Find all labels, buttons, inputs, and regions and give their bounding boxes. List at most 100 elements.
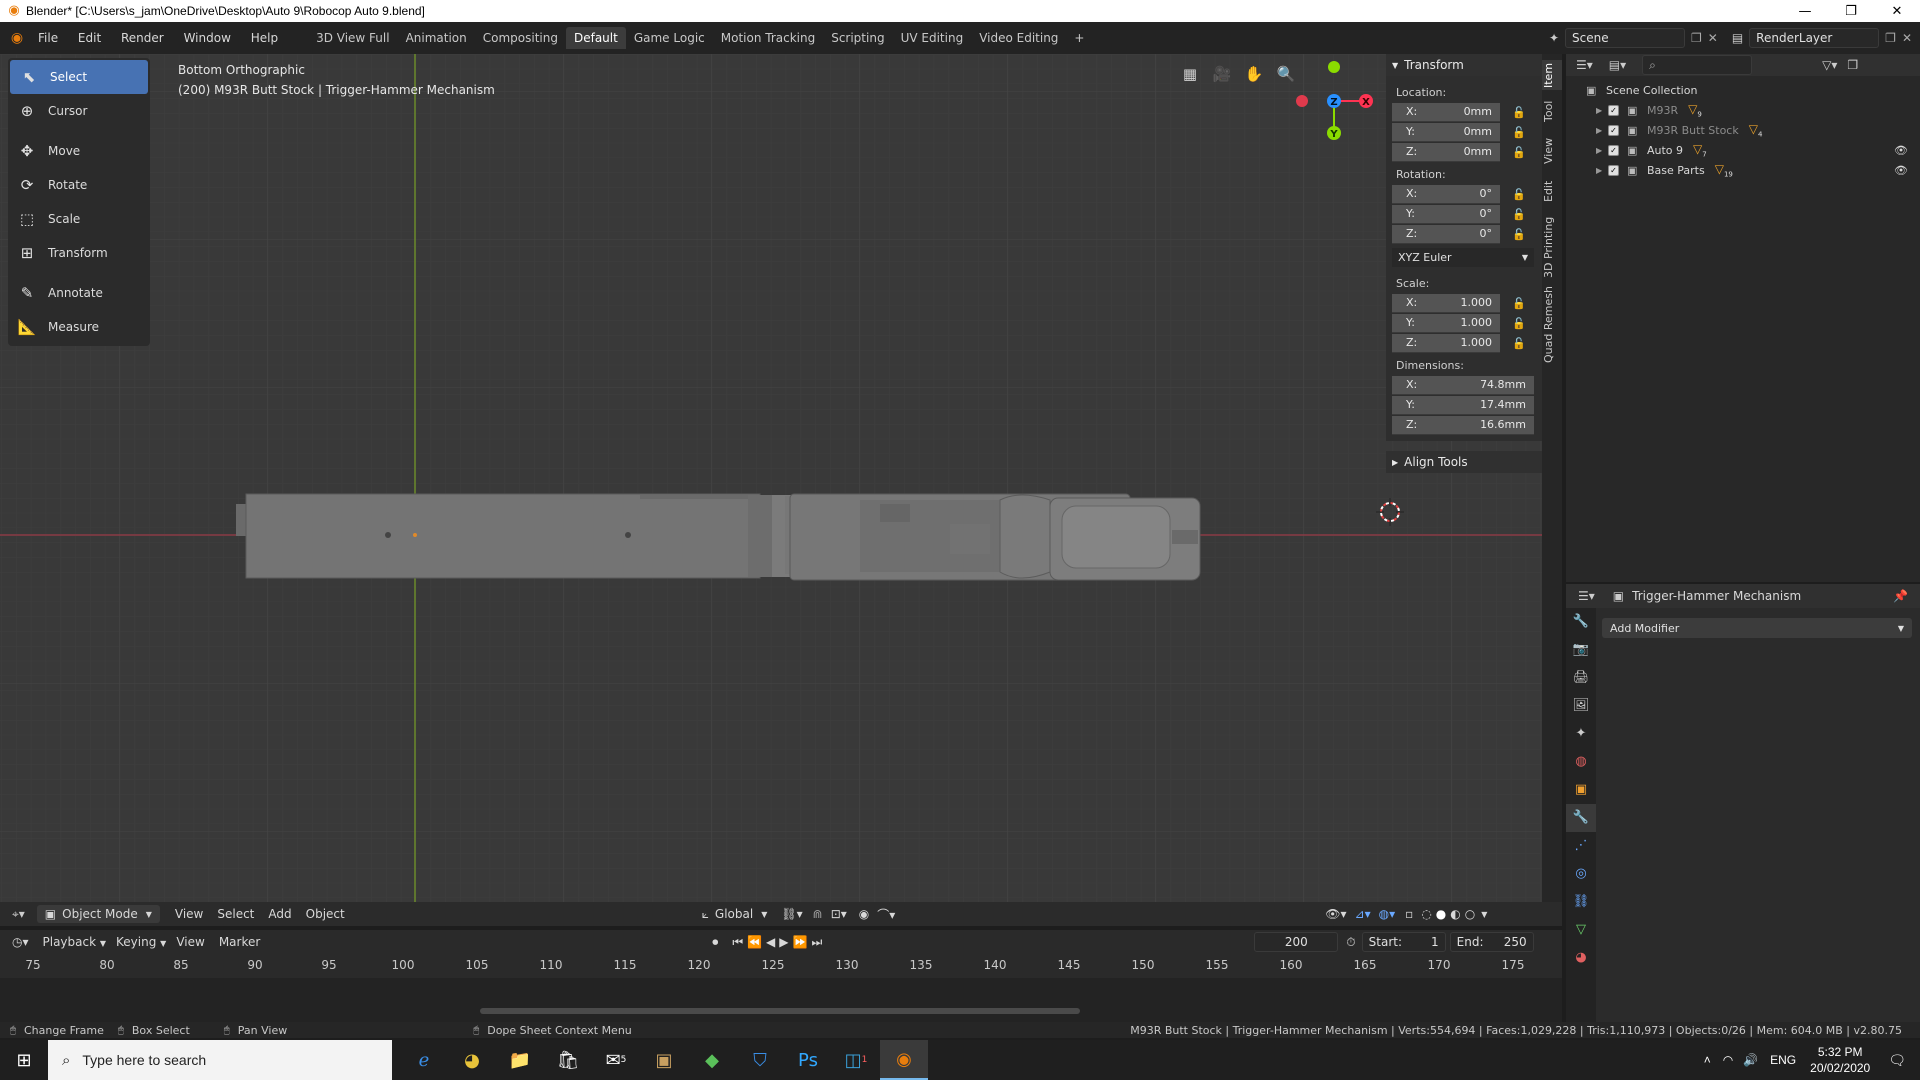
lock-icon[interactable]: 🔓 [1512, 317, 1532, 330]
render-icon[interactable]: 📷 [1566, 636, 1596, 664]
delete-scene-icon[interactable]: ✕ [1708, 31, 1718, 45]
app-icon[interactable]: ▣ [640, 1040, 688, 1080]
timeline-ruler[interactable]: 75 80 85 90 95 100 105 110 115 120 125 130 135 140 145… [0, 954, 1562, 978]
eye-icon[interactable]: 👁 [1894, 144, 1908, 157]
tab-game-logic[interactable]: Game Logic [626, 27, 713, 49]
menu-add[interactable]: Add [261, 907, 298, 921]
snap-magnet-icon[interactable]: ⋒ [813, 907, 823, 921]
rendered-shading-icon[interactable]: ○ [1465, 907, 1475, 921]
toggle-grid-view-icon[interactable]: ▦ [1178, 62, 1202, 86]
exclude-checkbox[interactable]: ✓ [1608, 144, 1619, 156]
visibility-icon[interactable]: 👁▾ [1325, 907, 1346, 921]
rotation-z-field[interactable]: Z: 0° [1392, 224, 1500, 244]
expand-arrow-icon[interactable]: ▶ [1596, 146, 1608, 155]
tool-annotate[interactable]: ✎ Annotate [8, 276, 150, 310]
lock-icon[interactable]: 🔓 [1512, 228, 1532, 241]
eye-icon[interactable]: 👁 [1894, 164, 1908, 177]
end-frame-field[interactable]: End: 250 [1449, 932, 1534, 952]
tab-view[interactable]: View [1542, 134, 1562, 168]
scene-tab-icon[interactable]: ✦ [1566, 720, 1596, 748]
location-x-field[interactable]: X: 0mm [1392, 102, 1500, 122]
material-icon[interactable]: ◕ [1566, 944, 1596, 972]
menu-view[interactable]: View [176, 935, 204, 949]
menu-file[interactable]: File [30, 31, 66, 45]
tool-transform[interactable]: ⊞ Transform [8, 236, 150, 270]
transform-panel-header[interactable]: ▼ Transform [1386, 54, 1542, 76]
current-frame-field[interactable]: 200 [1254, 932, 1339, 952]
rotation-y-field[interactable]: Y: 0° [1392, 204, 1500, 224]
restore-icon[interactable]: ❐ [1828, 0, 1874, 22]
menu-render[interactable]: Render [113, 31, 172, 45]
rotation-mode-select[interactable]: XYZ Euler ▼ [1392, 248, 1534, 267]
chrome-icon[interactable]: ◕ [448, 1040, 496, 1080]
close-icon[interactable]: ✕ [1874, 0, 1920, 22]
tab-video-editing[interactable]: Video Editing [971, 27, 1066, 49]
mode-select[interactable]: ▣ Object Mode ▼ [36, 905, 160, 923]
new-scene-icon[interactable]: ❐ [1691, 31, 1702, 45]
tool-cursor[interactable]: ⊕ Cursor [8, 94, 150, 128]
pan-hand-icon[interactable]: ✋ [1242, 62, 1266, 86]
physics-icon[interactable]: ◎ [1566, 860, 1596, 888]
menu-playback[interactable]: Playback ▼ [43, 935, 107, 949]
lock-icon[interactable]: 🔓 [1512, 208, 1532, 221]
xray-icon[interactable]: ▫ [1405, 907, 1413, 921]
tab-edit[interactable]: Edit [1542, 176, 1562, 206]
rotation-x-field[interactable]: X: 0° [1392, 184, 1500, 204]
constraints-icon[interactable]: ⛓ [1566, 888, 1596, 916]
view-layer-tab-icon[interactable]: 🖼 [1566, 692, 1596, 720]
shield-icon[interactable]: ⛉ [736, 1040, 784, 1080]
wireframe-shading-icon[interactable]: ◌ [1421, 907, 1431, 921]
location-y-field[interactable]: Y: 0mm [1392, 122, 1500, 142]
windows-start-icon[interactable]: ⊞ [0, 1040, 48, 1080]
editor-type-icon[interactable]: ⌖▾ [12, 907, 25, 922]
new-view-layer-icon[interactable]: ❐ [1885, 31, 1896, 45]
world-icon[interactable]: ◍ [1566, 748, 1596, 776]
tool-settings-icon[interactable]: 🔧 [1566, 608, 1596, 636]
dimensions-x-field[interactable]: X: 74.8mm [1392, 375, 1534, 395]
blender-taskbar-icon[interactable]: ◉ [880, 1040, 928, 1080]
location-z-field[interactable]: Z: 0mm [1392, 142, 1500, 162]
menu-marker[interactable]: Marker [219, 935, 260, 949]
tool-move[interactable]: ✥ Move [8, 134, 150, 168]
align-tools-header[interactable]: ▶ Align Tools [1386, 451, 1542, 473]
display-mode-icon[interactable]: ▤▾ [1609, 58, 1626, 72]
scale-x-field[interactable]: X: 1.000 [1392, 293, 1500, 313]
object-data-icon[interactable]: ▽ [1566, 916, 1596, 944]
taskbar-search-box[interactable]: ⌕ Type here to search [48, 1040, 392, 1080]
tab-3d-view-full[interactable]: 3D View Full [308, 27, 398, 49]
menu-view[interactable]: View [168, 907, 210, 921]
tab-compositing[interactable]: Compositing [475, 27, 566, 49]
menu-object[interactable]: Object [299, 907, 352, 921]
timeline-editor-type-icon[interactable]: ◷▾ [12, 935, 29, 949]
gun-model[interactable] [236, 493, 1201, 581]
particles-icon[interactable]: ⋰ [1566, 832, 1596, 860]
menu-help[interactable]: Help [243, 31, 286, 45]
tab-item[interactable]: Item [1542, 60, 1562, 90]
solid-shading-icon[interactable]: ● [1436, 907, 1446, 921]
outliner-editor-icon[interactable]: ☰▾ [1576, 58, 1593, 72]
snap-target-icon[interactable]: ⊡▾ [831, 907, 847, 921]
dimensions-z-field[interactable]: Z: 16.6mm [1392, 415, 1534, 435]
chat-app-icon[interactable]: ◫ 1 [832, 1040, 880, 1080]
material-shading-icon[interactable]: ◐ [1450, 907, 1460, 921]
timeline-scrollbar[interactable] [480, 1008, 1080, 1014]
lock-icon[interactable]: 🔓 [1512, 126, 1532, 139]
add-workspace-button[interactable]: + [1066, 27, 1092, 49]
start-frame-field[interactable]: Start: 1 [1361, 932, 1446, 952]
tool-measure[interactable]: 📐 Measure [8, 310, 150, 344]
tab-quad-remesh[interactable]: Quad Remesh [1542, 286, 1562, 364]
scene-icon[interactable]: ✦ [1549, 31, 1559, 45]
overlay-toggle-icon[interactable]: ◍▾ [1379, 907, 1396, 921]
tab-uv-editing[interactable]: UV Editing [893, 27, 972, 49]
tab-scripting[interactable]: Scripting [823, 27, 892, 49]
tab-3d-printing[interactable]: 3D Printing [1542, 214, 1562, 280]
outliner-item-auto-9[interactable]: ▶ ✓ ▣ Auto 9 ▽7 👁 [1586, 140, 1920, 160]
expand-arrow-icon[interactable]: ▶ [1596, 166, 1608, 175]
scene-collection-row[interactable]: ▣ Scene Collection [1586, 80, 1920, 100]
orientation-select[interactable]: ⟀ Global ▼ [702, 907, 768, 922]
camera-view-icon[interactable]: 🎥 [1210, 62, 1234, 86]
tool-select[interactable]: ⬉ Select [10, 60, 148, 94]
scene-field[interactable]: Scene [1565, 28, 1685, 48]
lock-icon[interactable]: 🔓 [1512, 188, 1532, 201]
volume-icon[interactable]: 🔊 [1743, 1053, 1758, 1067]
